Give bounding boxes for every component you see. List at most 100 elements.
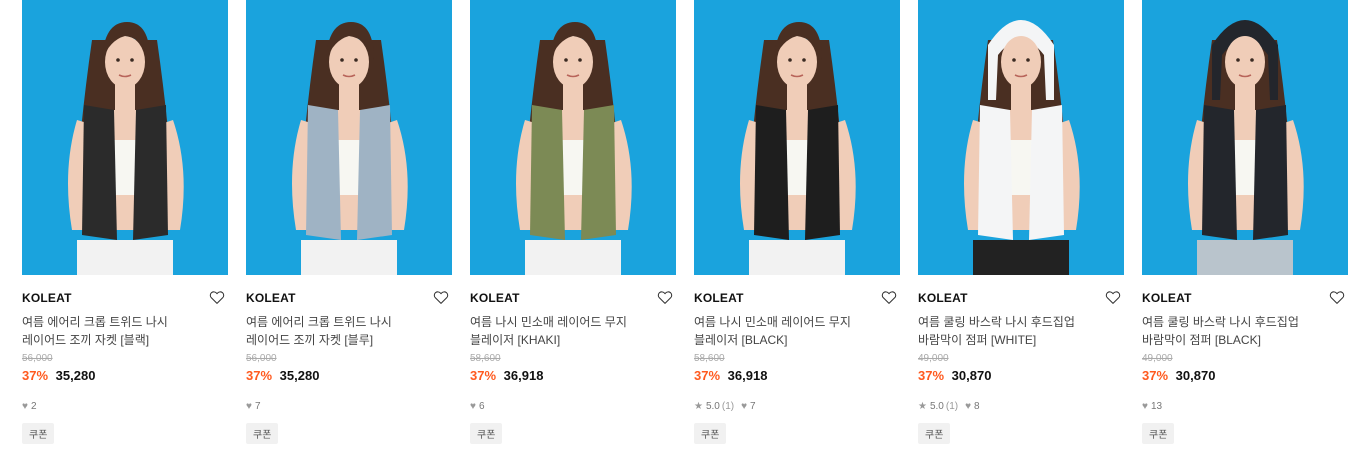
product-title-line[interactable]: 레이어드 조끼 자켓 [블랙] [22,331,228,349]
product-meta: ♥ 7 [246,399,452,413]
coupon-badge: 쿠폰 [470,423,503,444]
price-row: 37% 35,280 [22,368,228,386]
original-price: 56,000 [22,353,53,364]
product-title-line[interactable]: 여름 나시 민소매 레이어드 무지 [694,313,900,331]
sale-price: 36,918 [727,368,768,383]
product-image-illustration [470,0,676,275]
product-meta: ♥ 2 [22,399,228,413]
like-count: 13 [1150,400,1163,412]
sale-price: 30,870 [1175,368,1216,383]
brand-name[interactable]: KOLEAT [246,291,296,305]
discount-rate: 37% [246,368,273,383]
coupon-badge: 쿠폰 [918,423,951,444]
product-title-line[interactable]: 여름 쿨링 바스락 나시 후드집업 [918,313,1124,331]
coupon-badge: 쿠폰 [246,423,279,444]
rating-value: 5.0 [705,400,720,412]
product-image-illustration [694,0,900,275]
review-count: (1) [945,400,959,412]
product-title[interactable]: 여름 에어리 크롭 트위드 나시 레이어드 조끼 자켓 [블루] [246,313,452,349]
product-card[interactable]: KOLEAT 여름 나시 민소매 레이어드 무지 블레이저 [BLACK] 58… [694,0,900,444]
product-title-line[interactable]: 블레이저 [KHAKI] [470,331,676,349]
product-card[interactable]: KOLEAT 여름 쿨링 바스락 나시 후드집업 바람막이 점퍼 [BLACK]… [1142,0,1348,444]
brand-name[interactable]: KOLEAT [1142,291,1192,305]
discount-rate: 37% [1142,368,1169,383]
like-heart-icon: ♥ [246,400,252,412]
product-title-line[interactable]: 블레이저 [BLACK] [694,331,900,349]
like-heart-icon: ♥ [1142,400,1148,412]
rating-value: 5.0 [929,400,944,412]
like-count: 2 [30,400,37,412]
product-card[interactable]: KOLEAT 여름 나시 민소매 레이어드 무지 블레이저 [KHAKI] 58… [470,0,676,444]
product-title[interactable]: 여름 쿨링 바스락 나시 후드집업 바람막이 점퍼 [WHITE] [918,313,1124,349]
original-price: 49,000 [1142,353,1173,364]
price-row: 37% 36,918 [470,368,676,386]
star-icon: ★ [918,400,927,412]
brand-name[interactable]: KOLEAT [22,291,72,305]
product-card[interactable]: KOLEAT 여름 쿨링 바스락 나시 후드집업 바람막이 점퍼 [WHITE]… [918,0,1124,444]
discount-rate: 37% [918,368,945,383]
product-image-illustration [22,0,228,275]
product-image[interactable] [918,0,1124,275]
brand-row: KOLEAT [246,291,452,307]
product-card[interactable]: KOLEAT 여름 에어리 크롭 트위드 나시 레이어드 조끼 자켓 [블랙] … [22,0,228,444]
like-heart-icon: ♥ [470,400,476,412]
wishlist-heart-icon[interactable] [208,288,226,306]
like-count: 6 [478,400,485,412]
brand-row: KOLEAT [1142,291,1348,307]
discount-rate: 37% [694,368,721,383]
product-meta: ♥ 6 [470,399,676,413]
review-count: (1) [721,400,735,412]
sale-price: 30,870 [951,368,992,383]
product-meta: ★ 5.0 (1) ♥ 8 [918,399,1124,413]
original-price: 49,000 [918,353,949,364]
product-title-line[interactable]: 바람막이 점퍼 [WHITE] [918,331,1124,349]
original-price: 58,600 [470,353,501,364]
original-price: 56,000 [246,353,277,364]
product-title[interactable]: 여름 에어리 크롭 트위드 나시 레이어드 조끼 자켓 [블랙] [22,313,228,349]
discount-rate: 37% [470,368,497,383]
price-row: 37% 30,870 [918,368,1124,386]
product-title[interactable]: 여름 쿨링 바스락 나시 후드집업 바람막이 점퍼 [BLACK] [1142,313,1348,349]
like-heart-icon: ♥ [741,400,748,412]
product-meta: ♥ 13 [1142,399,1348,413]
like-count: 7 [254,400,261,412]
product-title[interactable]: 여름 나시 민소매 레이어드 무지 블레이저 [KHAKI] [470,313,676,349]
product-title-line[interactable]: 레이어드 조끼 자켓 [블루] [246,331,452,349]
product-title-line[interactable]: 여름 에어리 크롭 트위드 나시 [22,313,228,331]
brand-row: KOLEAT [918,291,1124,307]
product-image-illustration [246,0,452,275]
sale-price: 35,280 [55,368,96,383]
like-heart-icon: ♥ [965,400,972,412]
product-meta: ★ 5.0 (1) ♥ 7 [694,399,900,413]
product-title-line[interactable]: 여름 에어리 크롭 트위드 나시 [246,313,452,331]
price-row: 37% 35,280 [246,368,452,386]
brand-name[interactable]: KOLEAT [470,291,520,305]
price-row: 37% 30,870 [1142,368,1348,386]
product-title-line[interactable]: 바람막이 점퍼 [BLACK] [1142,331,1348,349]
product-title-line[interactable]: 여름 쿨링 바스락 나시 후드집업 [1142,313,1348,331]
wishlist-heart-icon[interactable] [1104,288,1122,306]
wishlist-heart-icon[interactable] [432,288,450,306]
sale-price: 36,918 [503,368,544,383]
product-title-line[interactable]: 여름 나시 민소매 레이어드 무지 [470,313,676,331]
product-grid: KOLEAT 여름 에어리 크롭 트위드 나시 레이어드 조끼 자켓 [블랙] … [0,0,1355,469]
product-image[interactable] [694,0,900,275]
wishlist-heart-icon[interactable] [880,288,898,306]
brand-name[interactable]: KOLEAT [918,291,968,305]
product-image[interactable] [22,0,228,275]
product-image[interactable] [1142,0,1348,275]
brand-name[interactable]: KOLEAT [694,291,744,305]
brand-row: KOLEAT [470,291,676,307]
product-image[interactable] [470,0,676,275]
brand-row: KOLEAT [22,291,228,307]
coupon-badge: 쿠폰 [1142,423,1175,444]
product-title[interactable]: 여름 나시 민소매 레이어드 무지 블레이저 [BLACK] [694,313,900,349]
discount-rate: 37% [22,368,49,383]
product-image[interactable] [246,0,452,275]
like-count: 7 [750,400,756,412]
product-card[interactable]: KOLEAT 여름 에어리 크롭 트위드 나시 레이어드 조끼 자켓 [블루] … [246,0,452,444]
wishlist-heart-icon[interactable] [1328,288,1346,306]
like-heart-icon: ♥ [22,400,28,412]
wishlist-heart-icon[interactable] [656,288,674,306]
product-image-illustration [918,0,1124,275]
